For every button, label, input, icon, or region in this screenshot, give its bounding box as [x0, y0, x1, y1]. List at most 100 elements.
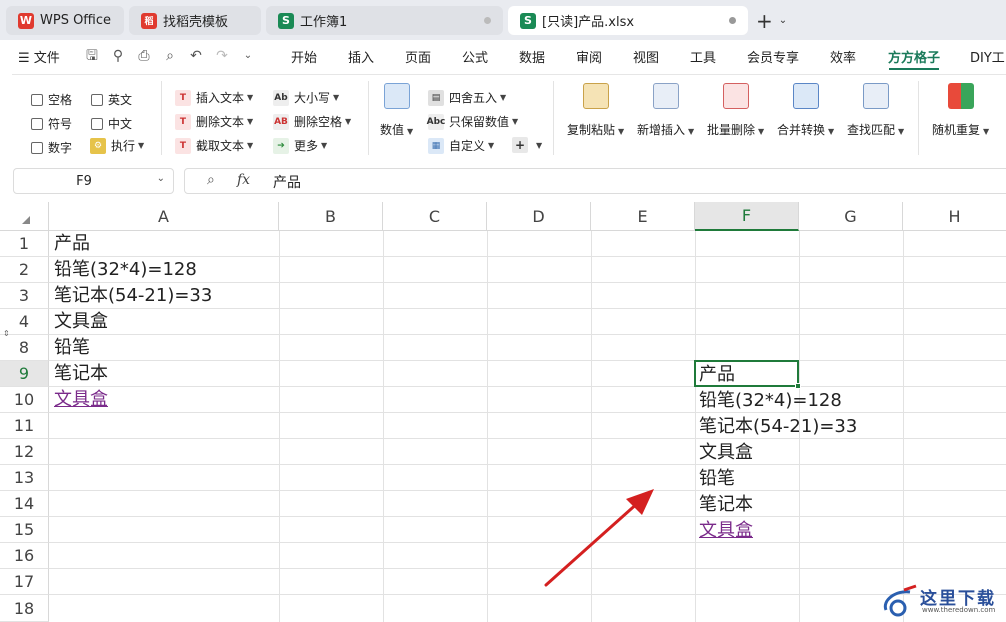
checkbox-chinese[interactable]: 中文 [91, 115, 132, 132]
tab-product-xlsx[interactable]: S [只读]产品.xlsx [508, 6, 748, 35]
cell-a2[interactable]: 铅笔(32*4)=128 [50, 257, 197, 283]
row-header-1[interactable]: 1 [0, 231, 49, 257]
checkbox-number[interactable]: 数字 [31, 139, 72, 156]
menu-view[interactable]: 视图 [633, 47, 659, 66]
menu-page[interactable]: 页面 [405, 47, 431, 66]
checkbox-symbol[interactable]: 符号 [31, 115, 72, 132]
ribbon-separator [368, 81, 369, 155]
checkbox-space[interactable]: 空格 [31, 91, 72, 108]
row-header-16[interactable]: 16 [0, 543, 49, 569]
select-all-corner[interactable] [0, 202, 49, 231]
tab-wps-office[interactable]: W WPS Office [6, 6, 124, 35]
cell-a9[interactable]: 笔记本 [50, 361, 108, 387]
menu-tools[interactable]: 工具 [690, 47, 716, 66]
fill-handle[interactable] [795, 383, 801, 389]
row-header-9[interactable]: 9 [0, 361, 49, 387]
find-match-button[interactable]: 查找匹配 ▼ [847, 83, 904, 138]
column-header-d[interactable]: D [487, 202, 591, 231]
cell-f14[interactable]: 笔记本 [695, 492, 753, 518]
delete-text-button[interactable]: T 删除文本 ▼ [175, 113, 253, 130]
chevron-down-icon[interactable]: ⌄ [157, 173, 165, 184]
cell-f10[interactable]: 铅笔(32*4)=128 [695, 388, 842, 414]
tab-label: [只读]产品.xlsx [542, 15, 635, 30]
delete-space-button[interactable]: AB 删除空格 ▼ [273, 113, 351, 130]
column-header-a[interactable]: A [49, 202, 279, 231]
save-icon[interactable]: 🖫 [84, 48, 100, 64]
formula-input[interactable]: ⌕ fx 产品 [184, 168, 1006, 194]
number-button[interactable]: 数值 ▼ [380, 83, 413, 138]
checkbox-english[interactable]: 英文 [91, 91, 132, 108]
batch-delete-button[interactable]: 批量删除 ▼ [707, 83, 764, 138]
merge-convert-button[interactable]: 合并转换 ▼ [777, 83, 834, 138]
tab-close-dot-icon[interactable] [484, 17, 491, 24]
print-preview-icon[interactable]: ⌕ [162, 48, 178, 64]
menu-insert[interactable]: 插入 [348, 47, 374, 66]
menu-data[interactable]: 数据 [519, 47, 545, 66]
extract-text-button[interactable]: T 截取文本 ▼ [175, 137, 253, 154]
menu-start[interactable]: 开始 [291, 47, 317, 66]
column-header-c[interactable]: C [383, 202, 487, 231]
keep-number-button[interactable]: Abc 只保留数值 ▼ [427, 113, 518, 130]
menu-diy[interactable]: DIY工 [970, 47, 1005, 66]
row-header-10[interactable]: 10 [0, 387, 49, 413]
cell-f12[interactable]: 文具盒 [695, 440, 753, 466]
cell-a1[interactable]: 产品 [50, 231, 90, 257]
column-header-h[interactable]: H [903, 202, 1006, 231]
column-header-b[interactable]: B [279, 202, 383, 231]
custom-button[interactable]: ▦ 自定义 ▼ [428, 137, 494, 154]
cell-f15[interactable]: 文具盒 [695, 518, 753, 544]
more-button[interactable]: ➔ 更多 ▼ [273, 137, 327, 154]
cell-a8[interactable]: 铅笔 [50, 335, 90, 361]
delete-text-icon: T [175, 113, 191, 130]
chevron-down-icon[interactable]: ⌄ [240, 48, 256, 64]
fx-icon[interactable]: fx [237, 172, 250, 188]
row-header-3[interactable]: 3 [0, 283, 49, 309]
case-button[interactable]: Ab 大小写 ▼ [273, 89, 339, 106]
delete-space-label: 删除空格 [294, 115, 343, 129]
menu-efficiency[interactable]: 效率 [830, 47, 856, 66]
cell-a4[interactable]: 文具盒 [50, 309, 108, 335]
cell-f13[interactable]: 铅笔 [695, 466, 735, 492]
row-header-14[interactable]: 14 [0, 491, 49, 517]
row-header-8[interactable]: 8 [0, 335, 49, 361]
expand-rows-icon[interactable]: ⇕ [3, 329, 10, 338]
tab-close-dot-icon[interactable] [729, 17, 736, 24]
tab-docer-templates[interactable]: 稻 找稻壳模板 [129, 6, 261, 35]
insert-text-button[interactable]: T 插入文本 ▼ [175, 89, 253, 106]
tab-workbook1[interactable]: S 工作簿1 [266, 6, 503, 35]
menu-formula[interactable]: 公式 [462, 47, 488, 66]
zoom-icon[interactable]: ⌕ [207, 172, 215, 188]
row-header-18[interactable]: 18 [0, 595, 49, 622]
execute-button[interactable]: ⚙ 执行 ▼ [90, 137, 144, 154]
row-header-15[interactable]: 15 [0, 517, 49, 543]
redo-icon[interactable]: ↷ [214, 48, 230, 64]
menu-fangfang-gezi[interactable]: 方方格子 [888, 47, 940, 66]
row-header-11[interactable]: 11 [0, 413, 49, 439]
column-header-e[interactable]: E [591, 202, 695, 231]
row-header-13[interactable]: 13 [0, 465, 49, 491]
file-menu[interactable]: ☰ 文件 [18, 47, 60, 66]
menu-member[interactable]: 会员专享 [747, 47, 799, 66]
column-header-g[interactable]: G [799, 202, 903, 231]
row-header-2[interactable]: 2 [0, 257, 49, 283]
add-insert-button[interactable]: 新增插入 ▼ [637, 83, 694, 138]
share-icon[interactable]: ⚲ [110, 48, 126, 64]
name-box[interactable]: F9 ⌄ [13, 168, 174, 194]
round-button[interactable]: ▤ 四舍五入 ▼ [428, 89, 506, 106]
row-header-17[interactable]: 17 [0, 569, 49, 595]
copy-paste-button[interactable]: 复制粘贴 ▼ [567, 83, 624, 138]
undo-icon[interactable]: ↶ [188, 48, 204, 64]
cell-a10[interactable]: 文具盒 [50, 387, 108, 413]
cell-f11[interactable]: 笔记本(54-21)=33 [695, 414, 857, 440]
random-repeat-button[interactable]: 随机重复 ▼ [932, 83, 989, 138]
add-button[interactable]: + ▼ [512, 137, 542, 153]
chevron-down-icon: ⌄ [778, 15, 788, 26]
cell-a3[interactable]: 笔记本(54-21)=33 [50, 283, 212, 309]
print-icon[interactable]: ⎙ [136, 48, 152, 64]
column-header-f[interactable]: F [695, 202, 799, 231]
spreadsheet-icon: S [520, 12, 536, 29]
menu-review[interactable]: 审阅 [576, 47, 602, 66]
checkbox-label: 空格 [48, 93, 73, 107]
new-tab-button[interactable]: + ⌄ [756, 8, 796, 33]
row-header-12[interactable]: 12 [0, 439, 49, 465]
